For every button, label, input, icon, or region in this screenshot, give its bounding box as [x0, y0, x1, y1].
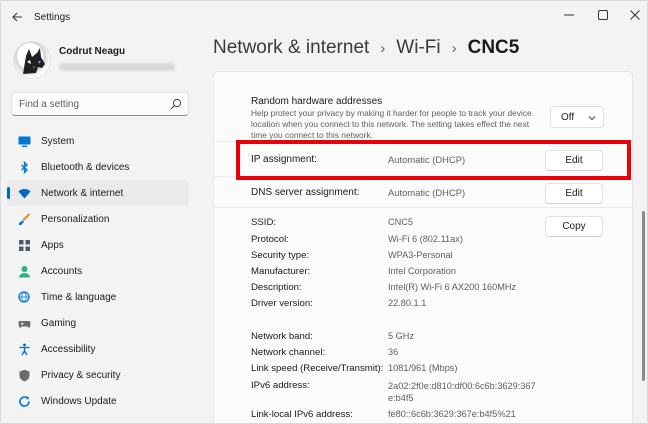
- close-icon: [630, 10, 640, 20]
- sidebar-item-accessibility[interactable]: Accessibility: [7, 336, 189, 362]
- sidebar-item-label: Privacy & security: [41, 369, 121, 381]
- random-hw-dropdown[interactable]: Off: [550, 106, 604, 128]
- sidebar-item-time-language[interactable]: Time & language: [7, 284, 189, 310]
- scrollbar[interactable]: [642, 211, 645, 381]
- dns-assignment-value: Automatic (DHCP): [388, 187, 466, 198]
- chevron-right-icon: ›: [451, 39, 457, 57]
- sidebar-item-apps[interactable]: Apps: [7, 232, 189, 258]
- close-button[interactable]: [621, 5, 647, 25]
- breadcrumb: Network & internet › Wi-Fi › CNC5: [213, 37, 519, 59]
- sidebar-nav: System Bluetooth & devices Network & int…: [7, 128, 189, 414]
- network-properties-panel: Random hardware addresses Help protect y…: [213, 71, 633, 423]
- page-title: CNC5: [467, 37, 520, 58]
- sidebar-item-system[interactable]: System: [7, 128, 189, 154]
- sidebar-item-network[interactable]: Network & internet: [7, 180, 189, 206]
- prop-linkspeed-value: 1081/961 (Mbps): [388, 363, 458, 373]
- user-name: Codrut Neagu: [59, 46, 126, 57]
- prop-description-label: Description:: [251, 282, 302, 293]
- back-button[interactable]: [7, 7, 27, 27]
- prop-manufacturer-label: Manufacturer:: [251, 266, 311, 277]
- apps-icon: [17, 238, 31, 252]
- chevron-right-icon: ›: [380, 39, 386, 57]
- prop-linklocal-label: Link-local IPv6 address:: [251, 409, 353, 420]
- prop-security-label: Security type:: [251, 250, 310, 261]
- prop-channel-value: 36: [388, 347, 399, 357]
- sidebar-item-label: Personalization: [41, 213, 110, 225]
- sidebar-item-bluetooth[interactable]: Bluetooth & devices: [7, 154, 189, 180]
- minimize-icon: [564, 14, 574, 16]
- sidebar-item-label: Accounts: [41, 265, 83, 277]
- prop-security-value: WPA3-Personal: [388, 250, 453, 260]
- prop-driver-value: 22.80.1.1: [388, 298, 427, 308]
- prop-driver-label: Driver version:: [251, 298, 313, 309]
- annotation-highlight-box: [236, 140, 631, 180]
- wifi-icon: [17, 186, 31, 200]
- random-hw-title: Random hardware addresses: [251, 96, 383, 107]
- prop-ssid-value: CNC5: [388, 217, 414, 227]
- sidebar-item-label: System: [41, 135, 75, 147]
- sidebar-item-personalization[interactable]: Personalization: [7, 206, 189, 232]
- breadcrumb-network[interactable]: Network & internet: [213, 37, 369, 59]
- chevron-down-icon: [588, 116, 596, 121]
- dns-edit-button[interactable]: Edit: [545, 183, 603, 204]
- settings-window: Settings Codrut Neagu Find a setting Sys…: [0, 0, 648, 424]
- maximize-button[interactable]: [589, 5, 617, 25]
- sidebar-item-windows-update[interactable]: Windows Update: [7, 388, 189, 414]
- globe-clock-icon: [17, 290, 31, 304]
- dropdown-value: Off: [561, 112, 575, 123]
- search-box[interactable]: [11, 92, 189, 116]
- prop-linkspeed-label: Link speed (Receive/Transmit):: [251, 363, 384, 374]
- sidebar-item-accounts[interactable]: Accounts: [7, 258, 189, 284]
- user-email-blurred: [59, 63, 175, 71]
- prop-manufacturer-value: Intel Corporation: [388, 266, 456, 276]
- accessibility-icon: [17, 342, 31, 356]
- breadcrumb-wifi[interactable]: Wi-Fi: [396, 37, 440, 59]
- sidebar-item-label: Apps: [41, 239, 64, 251]
- dns-assignment-label: DNS server assignment:: [251, 187, 360, 198]
- title-bar: Settings: [1, 1, 647, 33]
- app-title: Settings: [34, 12, 71, 23]
- prop-band-label: Network band:: [251, 331, 313, 342]
- prop-protocol-label: Protocol:: [251, 234, 289, 245]
- divider: [215, 207, 633, 208]
- prop-ipv6-label: IPv6 address:: [251, 380, 310, 391]
- brush-icon: [17, 212, 31, 226]
- prop-description-value: Intel(R) Wi-Fi 6 AX200 160MHz: [388, 282, 517, 292]
- sidebar-item-label: Accessibility: [41, 343, 96, 355]
- copy-button[interactable]: Copy: [545, 216, 603, 237]
- sidebar-item-label: Bluetooth & devices: [41, 161, 130, 173]
- gamepad-icon: [17, 316, 31, 330]
- sidebar-item-label: Time & language: [41, 291, 117, 303]
- prop-ssid-label: SSID:: [251, 217, 277, 228]
- wolf-avatar: [23, 48, 45, 74]
- sidebar-item-label: Network & internet: [41, 187, 124, 199]
- prop-linklocal-value: fe80::6c6b:3629:367e:b4f5%21: [388, 409, 516, 419]
- sidebar-item-label: Windows Update: [41, 395, 117, 407]
- sidebar-item-privacy-security[interactable]: Privacy & security: [7, 362, 189, 388]
- search-input[interactable]: [19, 96, 169, 112]
- avatar: [13, 41, 51, 79]
- bluetooth-icon: [17, 160, 31, 174]
- refresh-icon: [17, 394, 31, 408]
- sidebar-item-label: Gaming: [41, 317, 77, 329]
- minimize-button[interactable]: [555, 5, 583, 25]
- sidebar-item-gaming[interactable]: Gaming: [7, 310, 189, 336]
- maximize-icon: [598, 10, 608, 20]
- prop-ipv6-value: 2a02:2f0e:d810:df00:6c6b:3629:367e:b4f5: [388, 381, 536, 403]
- person-icon: [17, 264, 31, 278]
- prop-channel-label: Network channel:: [251, 347, 326, 358]
- prop-band-value: 5 GHz: [388, 331, 415, 341]
- prop-protocol-value: Wi-Fi 6 (802.11ax): [388, 234, 463, 244]
- arrow-left-icon: [12, 12, 22, 22]
- shield-icon: [17, 368, 31, 382]
- monitor-icon: [17, 134, 31, 148]
- random-hw-description: Help protect your privacy by making it h…: [251, 108, 532, 140]
- search-icon[interactable]: [170, 98, 182, 110]
